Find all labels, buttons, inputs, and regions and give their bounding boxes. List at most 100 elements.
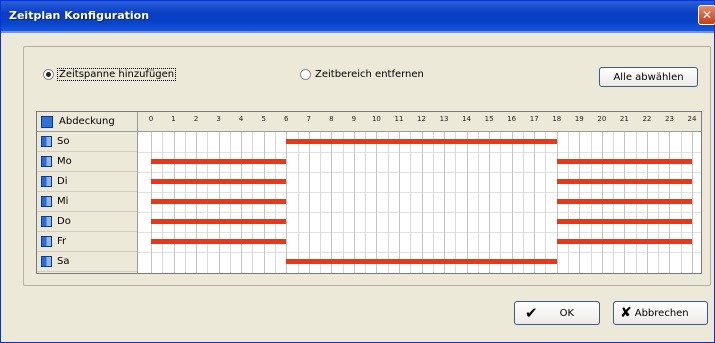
schedule-span-bar[interactable] [151,219,287,224]
hour-tick-5: 5 [261,115,266,123]
day-row-fr[interactable]: Fr [37,232,137,252]
day-toggle-icon[interactable] [41,256,52,267]
hour-tick-3: 3 [216,115,221,123]
grid-column-line [410,132,412,273]
hour-tick-2: 2 [193,115,199,123]
grid-row-divider [138,192,701,193]
day-row-so[interactable]: So [37,132,137,152]
cancel-label: Abbrechen [634,307,689,319]
day-toggle-icon[interactable] [41,196,52,207]
schedule-span-bar[interactable] [556,239,692,244]
radio-remove-range[interactable]: Zeitbereich entfernen [300,69,424,80]
grid-column-line [320,132,322,273]
radio-remove-button[interactable] [300,69,311,80]
day-label: Di [57,176,68,187]
grid-column-line [477,132,479,273]
title-bar-border [1,31,714,33]
schedule-span-bar[interactable] [151,239,287,244]
cancel-button[interactable]: ✘ Abbrechen [613,301,708,325]
grid-column-line [331,132,333,273]
radio-selected-dot [46,72,51,77]
grid-column-line [342,132,344,273]
cancel-icon: ✘ [620,305,632,321]
schedule-config-window: Zeitplan Konfiguration ✕ Zeitspanne hinz… [0,0,715,343]
grid-column-line [353,132,355,273]
hour-tick-20: 20 [597,115,607,123]
radio-remove-label: Zeitbereich entfernen [315,69,424,80]
grid-column-line [522,132,524,273]
hour-tick-9: 9 [351,115,357,123]
hour-tick-21: 21 [619,115,629,123]
grid-column-line [489,132,491,273]
deselect-all-button[interactable]: Alle abwählen [599,67,698,87]
ok-label: OK [559,307,575,319]
hour-tick-24: 24 [687,115,697,123]
day-toggle-icon[interactable] [41,176,52,187]
day-row-mo[interactable]: Mo [37,152,137,172]
hour-tick-15: 15 [484,115,494,123]
close-icon: ✕ [701,8,713,22]
hour-tick-18: 18 [552,115,562,123]
window-title: Zeitplan Konfiguration [9,9,150,22]
schedule-span-bar[interactable] [556,219,692,224]
schedule-span-bar[interactable] [286,259,557,264]
schedule-span-bar[interactable] [151,199,287,204]
schedule-span-bar[interactable] [556,199,692,204]
check-icon: ✔ [525,304,538,322]
radio-add-button[interactable] [43,69,54,80]
hour-tick-1: 1 [171,115,176,123]
grid-row-divider [138,252,701,253]
grid-column-line [500,132,502,273]
hour-tick-11: 11 [394,115,404,123]
day-toggle-icon[interactable] [41,136,52,147]
hour-tick-14: 14 [462,115,472,123]
grid-column-line [297,132,299,273]
grid-column-line [534,132,536,273]
hour-tick-19: 19 [574,115,584,123]
grid-column-line [398,132,400,273]
grid-row-divider [138,212,701,213]
hour-tick-12: 12 [417,115,426,123]
ok-button[interactable]: ✔ OK [514,301,600,325]
grid-column-line [421,132,423,273]
grid-column-line [466,132,468,273]
day-column: So Mo Di Mi Do Fr Sa [37,132,138,273]
hour-tick-13: 13 [439,115,449,123]
schedule-grid-area[interactable] [138,132,701,273]
day-label: Sa [57,256,70,267]
schedule-grid: Abdeckung 0 1 2 3 4 5 6 7 8 9 10 11 12 13 14 15 16 17 18 19… [36,111,702,274]
day-label: Mi [57,196,69,207]
close-button[interactable]: ✕ [698,5,715,25]
grid-header-label-cell: Abdeckung [37,112,138,132]
grid-column-line [286,132,288,273]
day-row-do[interactable]: Do [37,212,137,232]
hour-tick-8: 8 [329,115,334,123]
schedule-span-bar[interactable] [556,179,692,184]
day-toggle-icon[interactable] [41,216,52,227]
day-label: Mo [57,156,72,167]
grid-header-icon [41,115,53,128]
grid-row-divider [138,152,701,153]
day-row-mi[interactable]: Mi [37,192,137,212]
day-row-sa[interactable]: Sa [37,252,137,272]
grid-column-line [387,132,389,273]
schedule-span-bar[interactable] [151,179,287,184]
grid-column-line [432,132,434,273]
grid-column-line [444,132,446,273]
radio-add-timespan[interactable]: Zeitspanne hinzufügen [43,68,177,81]
schedule-span-bar[interactable] [286,139,557,144]
schedule-span-bar[interactable] [556,159,692,164]
grid-column-line [511,132,513,273]
title-bar[interactable]: Zeitplan Konfiguration ✕ [1,1,715,31]
grid-column-line [545,132,547,273]
hour-tick-17: 17 [529,115,539,123]
hour-tick-4: 4 [238,115,244,123]
hour-tick-16: 16 [507,115,517,123]
day-toggle-icon[interactable] [41,236,52,247]
day-toggle-icon[interactable] [41,156,52,167]
day-row-di[interactable]: Di [37,172,137,192]
hour-tick-23: 23 [664,115,674,123]
grid-column-line [308,132,310,273]
grid-header-label: Abdeckung [59,116,115,127]
schedule-span-bar[interactable] [151,159,287,164]
